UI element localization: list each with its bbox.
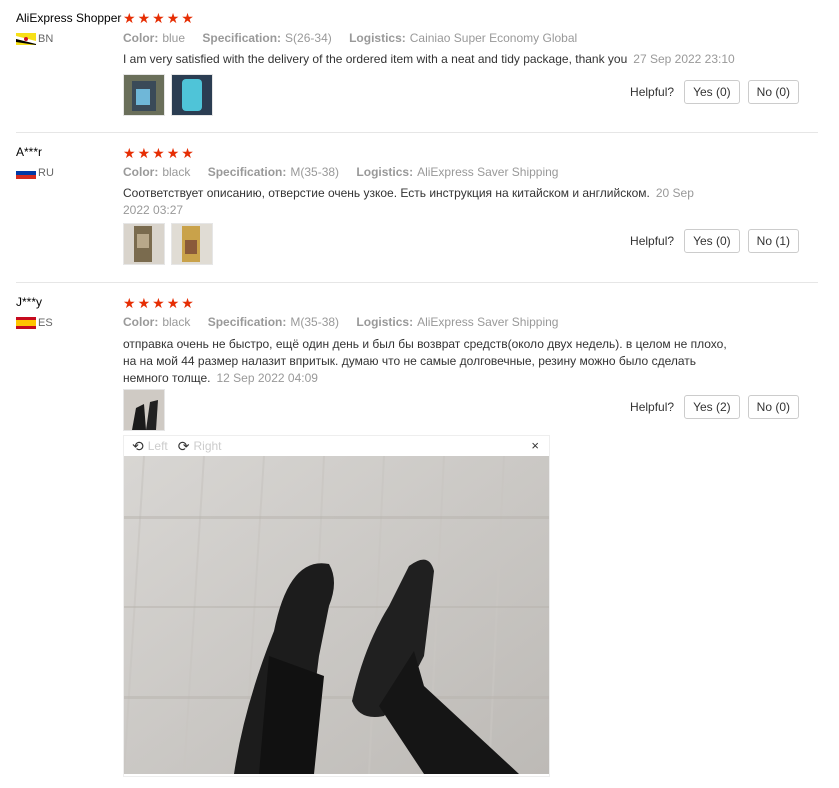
review-photos: [123, 223, 213, 265]
star-icon: ★: [152, 10, 165, 26]
review-photo-thumb[interactable]: [123, 389, 165, 431]
review-photo-thumb[interactable]: [123, 74, 165, 116]
review-text: I am very satisfied with the delivery of…: [123, 51, 743, 68]
helpful-label: Helpful?: [630, 234, 675, 248]
spec-value: M(35-38): [290, 165, 340, 179]
rating-stars: ★ ★ ★ ★ ★: [123, 296, 194, 310]
color-value: black: [162, 315, 191, 329]
rating-stars: ★ ★ ★ ★ ★: [123, 146, 194, 160]
reviewer-name: AliExpress Shopper: [16, 11, 122, 25]
review-photos: [123, 389, 165, 431]
helpful-votes: Helpful? Yes (0) No (1): [630, 229, 799, 253]
review-body: Соответствует описанию, отверстие очень …: [123, 186, 650, 200]
star-icon: ★: [166, 295, 180, 311]
flag-ru-icon: [16, 167, 36, 179]
star-icon: ★: [137, 295, 151, 311]
vote-no-button[interactable]: No (0): [747, 395, 799, 419]
vote-yes-button[interactable]: Yes (0): [684, 80, 740, 104]
logistics-value: Cainiao Super Economy Global: [409, 31, 578, 45]
reviewer-name: J***y: [16, 295, 43, 309]
review-photo-thumb[interactable]: [171, 223, 213, 265]
color-label: Color:: [123, 165, 159, 179]
spec-label: Specification:: [207, 165, 287, 179]
color-label: Color:: [123, 315, 159, 329]
spec-label: Specification:: [207, 315, 287, 329]
color-value: black: [162, 165, 191, 179]
logistics-label: Logistics:: [356, 165, 414, 179]
logistics-label: Logistics:: [349, 31, 406, 45]
flag-es-icon: [16, 317, 36, 329]
review-photo-thumb[interactable]: [171, 74, 213, 116]
rotate-left-icon[interactable]: ⟲: [132, 438, 144, 455]
vote-no-button[interactable]: No (1): [747, 229, 799, 253]
review-divider: [16, 282, 818, 283]
logistics-label: Logistics:: [356, 315, 414, 329]
country-code: BN: [38, 33, 54, 45]
color-label: Color:: [123, 31, 159, 45]
star-icon: ★: [181, 295, 194, 311]
star-icon: ★: [166, 145, 180, 161]
reviewer-country: ES: [16, 317, 53, 329]
vote-yes-button[interactable]: Yes (0): [684, 229, 740, 253]
star-icon: ★: [123, 145, 136, 161]
review-text: отправка очень не быстро, ещё один день …: [123, 336, 728, 387]
review-date: 27 Sep 2022 23:10: [633, 52, 735, 66]
review-meta: Color: black Specification: M(35-38) Logis…: [123, 165, 572, 179]
review-meta: Color: black Specification: M(35-38) Logis…: [123, 315, 572, 329]
logistics-value: AliExpress Saver Shipping: [417, 315, 559, 329]
rating-stars: ★ ★ ★ ★ ★: [123, 11, 194, 25]
review-date: 12 Sep 2022 04:09: [216, 371, 318, 385]
reviewer-country: RU: [16, 167, 54, 179]
reviewer-country: BN: [16, 33, 53, 45]
star-icon: ★: [123, 10, 136, 26]
review-body: I am very satisfied with the delivery of…: [123, 52, 628, 66]
viewer-photo: [124, 456, 549, 774]
review-photos: [123, 74, 213, 116]
star-icon: ★: [181, 10, 194, 26]
country-code: RU: [38, 167, 54, 179]
review-photo-thumb[interactable]: [123, 223, 165, 265]
reviewer-name: A***r: [16, 145, 43, 159]
rotate-left-label[interactable]: Left: [148, 439, 168, 453]
star-icon: ★: [152, 295, 165, 311]
review-body: отправка очень не быстро, ещё один день …: [123, 337, 727, 385]
color-value: blue: [162, 31, 186, 45]
helpful-label: Helpful?: [630, 400, 675, 414]
rotate-right-label[interactable]: Right: [193, 439, 221, 453]
spec-value: M(35-38): [290, 315, 340, 329]
viewer-toolbar: ⟲ Left ⟳ Right: [124, 436, 549, 456]
review-text: Соответствует описанию, отверстие очень …: [123, 185, 713, 219]
star-icon: ★: [137, 10, 151, 26]
logistics-value: AliExpress Saver Shipping: [417, 165, 559, 179]
helpful-votes: Helpful? Yes (0) No (0): [630, 80, 799, 104]
review-divider: [16, 132, 818, 133]
star-icon: ★: [152, 145, 165, 161]
star-icon: ★: [137, 145, 151, 161]
rotate-right-icon[interactable]: ⟳: [178, 438, 190, 455]
spec-label: Specification:: [202, 31, 282, 45]
helpful-label: Helpful?: [630, 85, 675, 99]
vote-no-button[interactable]: No (0): [747, 80, 799, 104]
flag-bn-icon: [16, 33, 36, 45]
country-code: ES: [38, 317, 53, 329]
close-icon[interactable]: ×: [531, 438, 539, 453]
spec-value: S(26-34): [285, 31, 332, 45]
star-icon: ★: [181, 145, 194, 161]
star-icon: ★: [123, 295, 136, 311]
photo-viewer: ⟲ Left ⟳ Right ×: [123, 435, 550, 777]
star-icon: ★: [166, 10, 180, 26]
review-meta: Color: blue Specification: S(26-34) Logist…: [123, 31, 591, 45]
helpful-votes: Helpful? Yes (2) No (0): [630, 395, 799, 419]
vote-yes-button[interactable]: Yes (2): [684, 395, 740, 419]
